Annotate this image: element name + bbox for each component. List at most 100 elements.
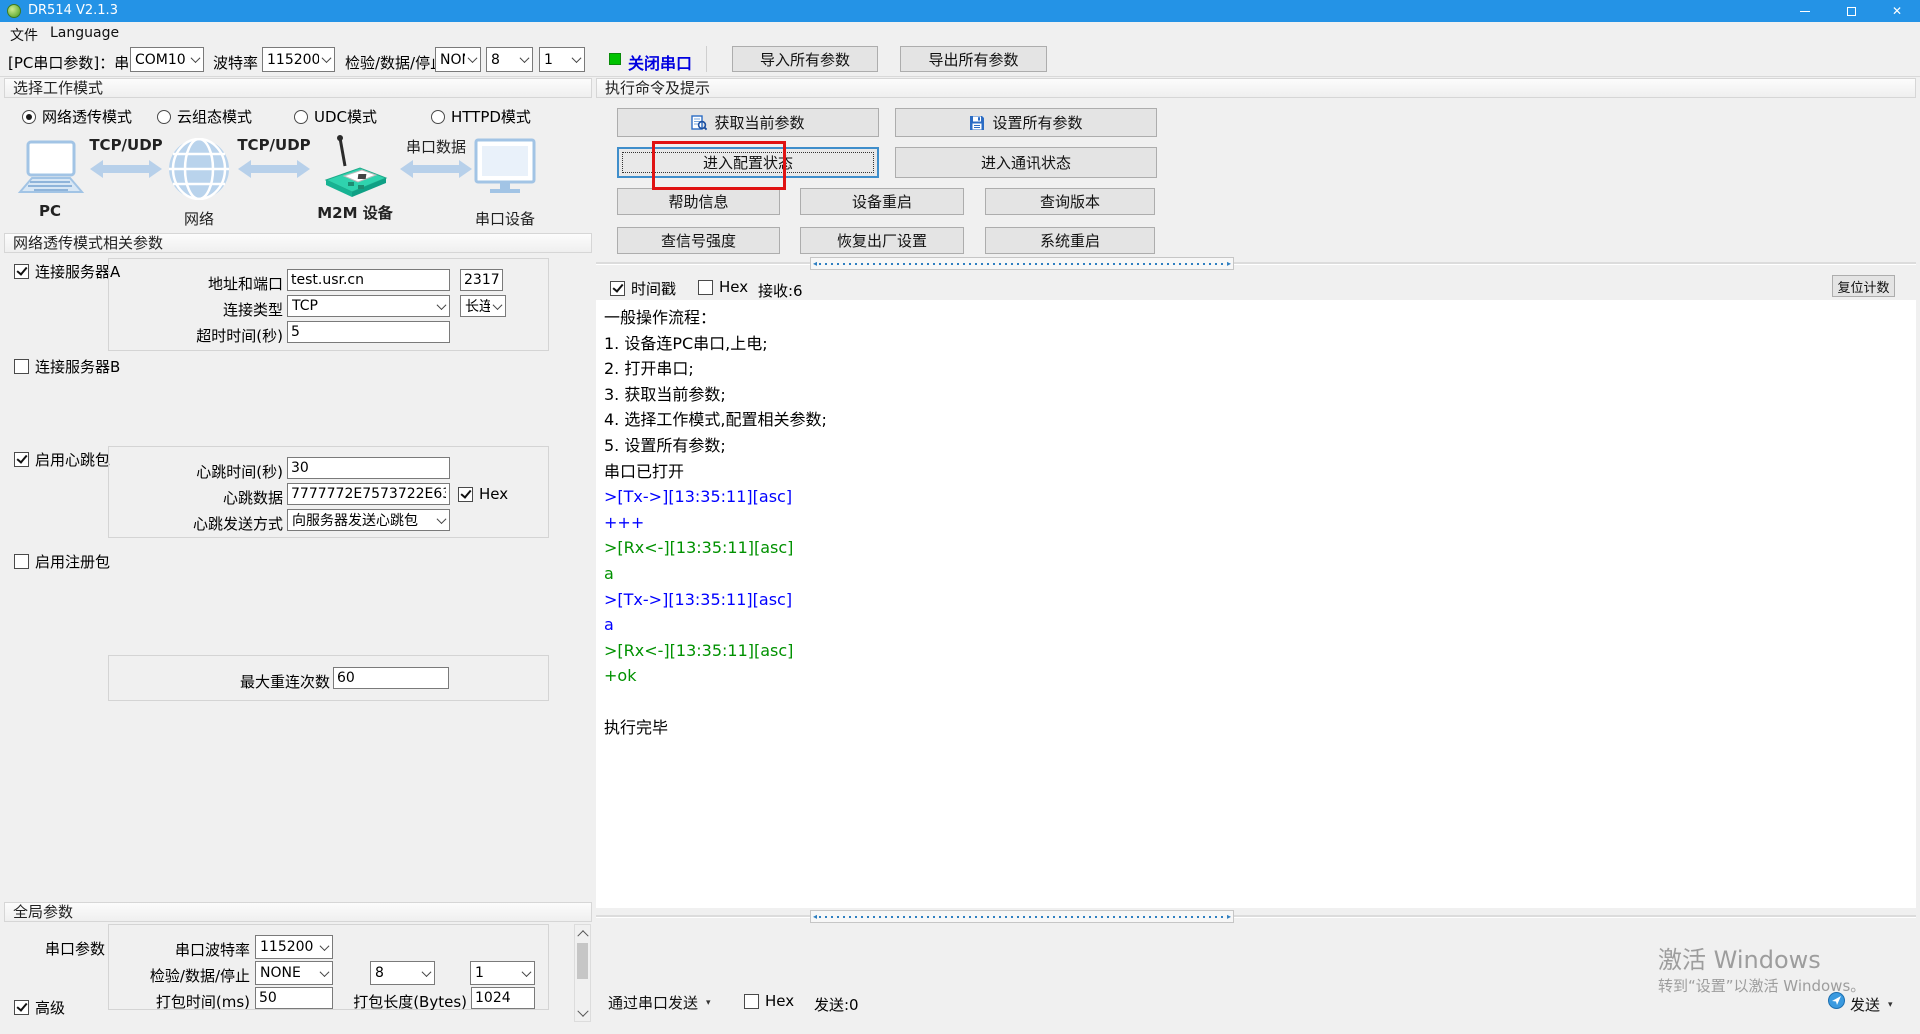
checkbox-icon [14,554,29,569]
close-button[interactable]: ✕ [1874,0,1920,22]
conn-type-select[interactable]: TCP [287,295,450,317]
network-globe-icon [168,138,230,200]
radio-icon [294,110,308,124]
log-line: 4. 选择工作模式,配置相关参数; [604,407,1908,433]
server-b-checkbox[interactable]: 连接服务器B [14,356,120,377]
log-line: +++ [604,510,1908,536]
scroll-up-icon[interactable] [575,925,590,940]
log-horizontal-scrollbar[interactable]: ◂ ▸ [810,257,1234,270]
close-icon: ✕ [1892,5,1902,17]
heartbeat-hex-checkbox[interactable]: Hex [458,485,508,503]
packtime-input[interactable] [255,987,333,1009]
title-bar: DR514 V2.1.3 ✕ [0,0,1920,22]
chevron-down-icon [434,510,449,530]
scroll-down-icon[interactable] [575,1006,590,1021]
export-params-button[interactable]: 导出所有参数 [900,46,1047,72]
send-via-serial-dropdown[interactable]: 通过串口发送 ▾ [608,992,711,1013]
hscroll-track [819,916,1225,918]
enter-config-button[interactable]: 进入配置状态 [617,147,879,178]
baud-select[interactable]: 115200 [262,47,335,72]
m2m-device-icon [318,134,392,200]
conn-keep-select[interactable]: 长连 [460,295,506,317]
timestamp-checkbox[interactable]: 时间戳 [610,278,676,299]
stopbits-select[interactable]: 1 [539,47,585,72]
send-button[interactable]: 发送 ▾ [1850,994,1893,1015]
mode-radio-udc[interactable]: UDC模式 [294,106,377,127]
factory-reset-button[interactable]: 恢复出厂设置 [800,227,964,254]
maximize-button[interactable] [1828,0,1874,22]
chevron-down-icon [317,962,332,984]
heartbeat-time-input[interactable] [287,457,450,479]
mode-radio-transparent[interactable]: 网络透传模式 [22,106,132,127]
menu-file[interactable]: 文件 [6,24,42,46]
log-line: 3. 获取当前参数; [604,382,1908,408]
mode-radio-httpd[interactable]: HTTPD模式 [431,106,531,127]
activate-windows-watermark-line1: 激活 Windows [1658,940,1821,975]
serial-parity-label: 检验/数据/停止 [140,965,250,986]
log-textarea[interactable]: 一般操作流程： 1. 设备连PC串口,上电; 2. 打开串口; 3. 获取当前参… [596,300,1916,908]
checkbox-icon [14,452,29,467]
log-line: 2. 打开串口; [604,356,1908,382]
system-reboot-button[interactable]: 系统重启 [985,227,1155,254]
advanced-checkbox[interactable]: 高级 [14,997,65,1018]
left-panel-vertical-scrollbar[interactable] [574,924,591,1022]
serial-databits-select[interactable]: 8 [370,961,435,985]
parity-select[interactable]: NONI [435,47,481,72]
diagram-link1-label: TCP/UDP [76,136,176,154]
databits-select[interactable]: 8 [486,47,533,72]
reset-count-button[interactable]: 复位计数 [1832,275,1895,297]
scrollbar-thumb[interactable] [577,943,588,979]
mode-radio-cloud[interactable]: 云组态模式 [157,106,252,127]
serial-stopbits-select[interactable]: 1 [470,961,535,985]
menu-bar: 文件 Language [0,22,1920,44]
serial-device-monitor-icon [474,138,536,196]
save-icon [969,115,985,131]
send-hex-checkbox[interactable]: Hex [744,992,794,1010]
chevron-down-icon [319,48,334,71]
heartbeat-mode-select[interactable]: 向服务器发送心跳包 [287,509,450,531]
timeout-input[interactable] [287,321,450,343]
checkbox-icon [744,994,759,1009]
serial-parity-select[interactable]: NONE [255,961,333,985]
send-horizontal-scrollbar[interactable]: ◂ ▸ [810,910,1234,923]
app-window: DR514 V2.1.3 ✕ 文件 Language [PC串口参数]：串口号 … [0,0,1920,1034]
close-port-button[interactable]: 关闭串口 [628,50,692,74]
device-reboot-button[interactable]: 设备重启 [800,188,964,215]
checkbox-icon [610,281,625,296]
reconnect-input[interactable] [333,667,449,689]
serial-baud-select[interactable]: 115200 [255,935,333,959]
diagram-node-net-label: 网络 [168,208,230,229]
heartbeat-data-input[interactable] [287,483,450,505]
chevron-down-icon [419,962,434,984]
heartbeat-checkbox[interactable]: 启用心跳包 [14,449,110,470]
server-a-address-input[interactable] [287,269,450,291]
enter-comm-button[interactable]: 进入通讯状态 [895,147,1157,178]
server-a-port-input[interactable] [460,269,503,291]
packlen-input[interactable] [471,987,535,1009]
query-version-button[interactable]: 查询版本 [985,188,1155,215]
server-a-checkbox[interactable]: 连接服务器A [14,261,120,282]
minimize-button[interactable] [1782,0,1828,22]
help-button[interactable]: 帮助信息 [617,188,780,215]
log-hex-checkbox[interactable]: Hex [698,278,748,296]
com-port-select[interactable]: COM10 [130,47,204,72]
toolbar-separator [0,76,1920,77]
address-port-label: 地址和端口 [153,273,283,294]
splitter-line [596,262,1916,265]
import-params-button[interactable]: 导入所有参数 [732,46,878,72]
baud-label: 波特率 [213,52,258,73]
set-params-button[interactable]: 设置所有参数 [895,108,1157,137]
chevron-down-icon [517,48,532,71]
chevron-down-icon [188,48,203,71]
query-signal-button[interactable]: 查信号强度 [617,227,780,254]
menu-language[interactable]: Language [46,24,123,42]
checkbox-icon [14,1000,29,1015]
log-line: 5. 设置所有参数; [604,433,1908,459]
double-arrow-icon [90,160,162,178]
chevron-down-icon [569,48,584,71]
serial-open-indicator [609,53,621,65]
register-checkbox[interactable]: 启用注册包 [14,551,110,572]
hscroll-right-cap-icon: ▸ [1227,259,1231,268]
splitter-line [596,915,1916,918]
get-params-button[interactable]: 获取当前参数 [617,108,879,137]
